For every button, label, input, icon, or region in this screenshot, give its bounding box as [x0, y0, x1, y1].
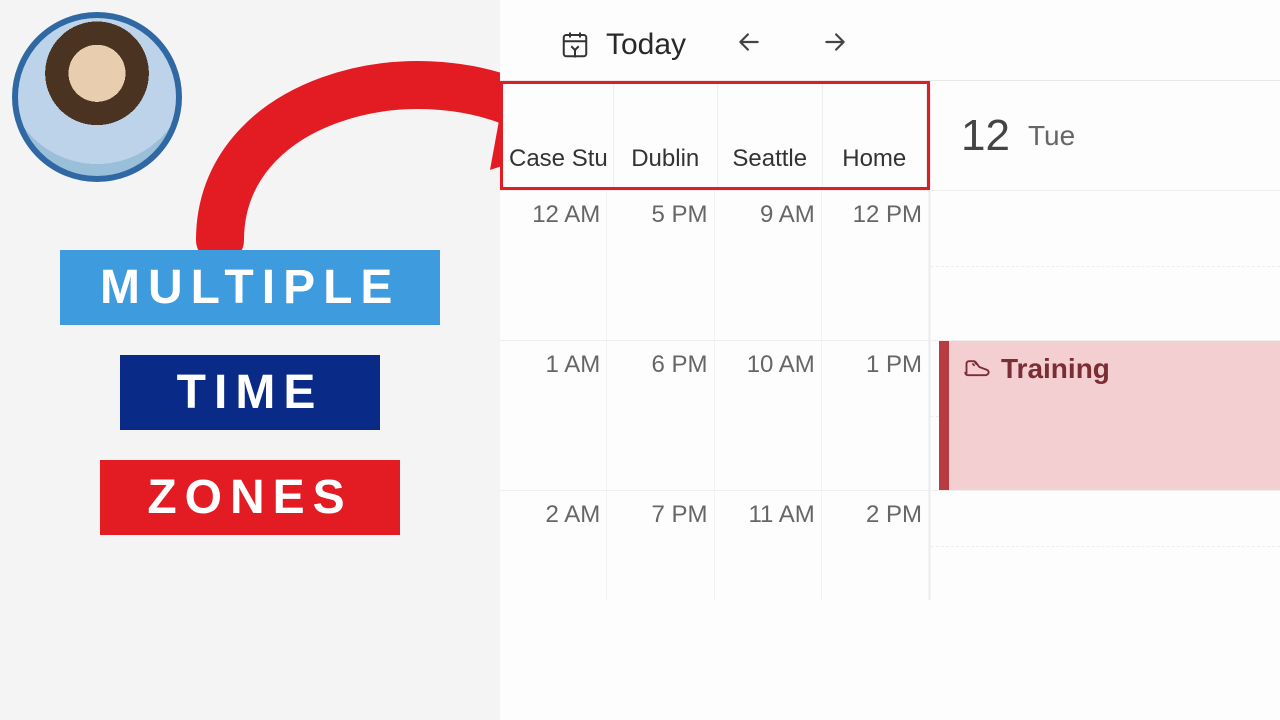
tz-header-2: Dublin — [614, 84, 719, 187]
time-row: 12 AM 5 PM 9 AM 12 PM — [500, 190, 1280, 340]
tz-cell: 6 PM — [607, 341, 714, 490]
promo-overlay: MULTIPLE TIME ZONES — [0, 0, 500, 720]
tz-header-3: Seattle — [718, 84, 823, 187]
banner-line-1: MULTIPLE — [60, 250, 440, 325]
calendar-toolbar: Today — [500, 0, 1280, 80]
day-header[interactable]: 12 Tue — [930, 81, 1280, 190]
calendar-today-icon — [560, 30, 590, 60]
tz-cell: 11 AM — [715, 491, 822, 600]
shoe-icon — [963, 353, 991, 381]
timezone-header-highlight: Case Stu Dublin Seattle Home — [500, 81, 930, 190]
date-number: 12 — [961, 111, 1010, 161]
time-slot[interactable] — [930, 191, 1280, 340]
time-row: 2 AM 7 PM 11 AM 2 PM — [500, 490, 1280, 600]
tz-cell: 7 PM — [607, 491, 714, 600]
banner-line-2: TIME — [120, 355, 380, 430]
prev-button[interactable] — [726, 25, 772, 66]
event-title: Training — [1001, 353, 1110, 385]
tz-cell: 12 AM — [500, 191, 607, 340]
date-weekday: Tue — [1028, 120, 1075, 152]
avatar — [12, 12, 182, 182]
time-grid: 12 AM 5 PM 9 AM 12 PM 1 AM 6 PM 10 AM 1 … — [500, 190, 1280, 600]
tz-cell: 2 AM — [500, 491, 607, 600]
tz-cell: 9 AM — [715, 191, 822, 340]
tz-cell: 5 PM — [607, 191, 714, 340]
title-banners: MULTIPLE TIME ZONES — [60, 250, 440, 565]
tz-cell: 10 AM — [715, 341, 822, 490]
banner-line-3: ZONES — [100, 460, 400, 535]
arrow-left-icon — [736, 29, 762, 55]
next-button[interactable] — [812, 25, 858, 66]
tz-cell: 1 PM — [822, 341, 929, 490]
time-row: 1 AM 6 PM 10 AM 1 PM Training — [500, 340, 1280, 490]
tz-header-4: Home — [823, 84, 928, 187]
event-training[interactable]: Training — [939, 341, 1280, 490]
time-slot[interactable] — [930, 491, 1280, 600]
tz-cell: 12 PM — [822, 191, 929, 340]
time-slot[interactable]: Training — [930, 341, 1280, 490]
tz-header-1: Case Stu — [503, 84, 614, 187]
arrow-right-icon — [822, 29, 848, 55]
tz-cell: 1 AM — [500, 341, 607, 490]
header-row: Case Stu Dublin Seattle Home 12 Tue — [500, 80, 1280, 190]
today-button[interactable]: Today — [560, 28, 686, 62]
tz-cell: 2 PM — [822, 491, 929, 600]
calendar-panel: Today Case Stu Dublin Seattle Home 12 Tu… — [500, 0, 1280, 720]
today-label: Today — [606, 28, 686, 62]
